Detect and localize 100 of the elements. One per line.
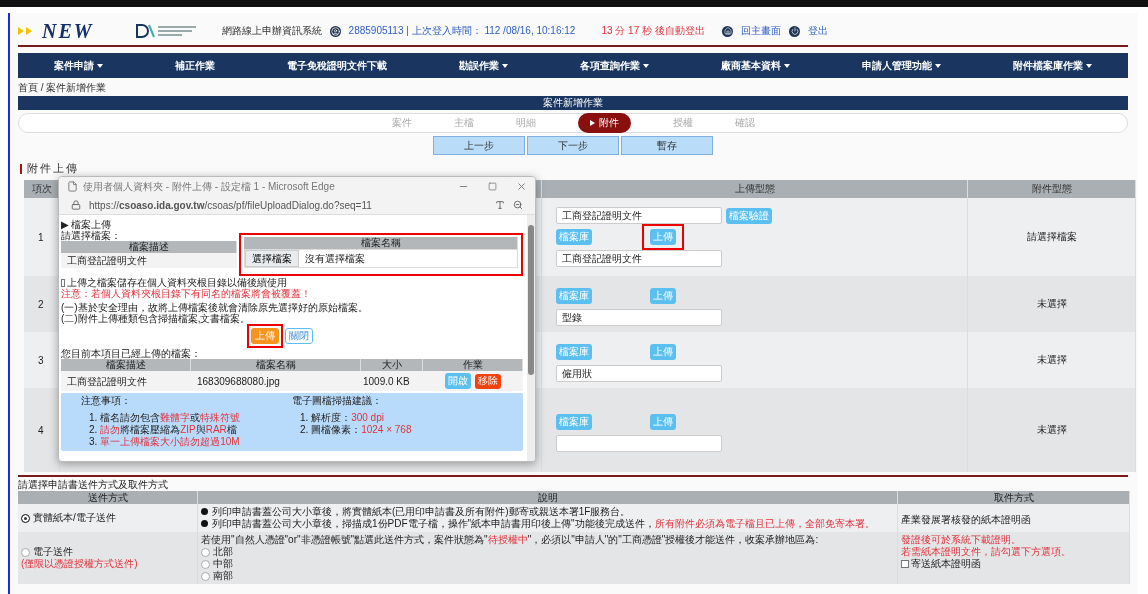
- home-link[interactable]: 回主畫面: [741, 24, 781, 38]
- system-title: 網路線上申辦資訊系統: [221, 24, 322, 38]
- caret-icon: [97, 63, 103, 68]
- radio-button[interactable]: [21, 547, 30, 557]
- step-button[interactable]: 暫存: [621, 136, 713, 155]
- brand-logo: NEW: [42, 19, 94, 43]
- checkbox-label: 寄送紙本證明函: [911, 558, 981, 569]
- zoom-out-icon[interactable]: [513, 200, 523, 210]
- user-icon: [329, 25, 341, 37]
- column-header: 檔案描述: [61, 359, 191, 371]
- pickup-note: 若需紙本證明文件，請勾選下方選項。: [901, 546, 1072, 558]
- file-field[interactable]: 型錄: [556, 308, 722, 326]
- title-marker: [20, 163, 22, 174]
- login-info: 2885905113 | 上次登入時間： 112 /08/16, 10:16:12: [348, 24, 576, 38]
- pickup-note: 發證後可於系統下載證明。: [901, 534, 1022, 546]
- nav-item[interactable]: 電子免稅證明文件下載: [287, 58, 387, 73]
- description-text: 若使用"自然人憑證"or"非憑證帳號"點選此送件方式，案件狀態為"待授權中"，必須以"申請人"的"工商憑證"授權後才能送件，收案承辦地區為:: [201, 534, 820, 546]
- tip-text: 檔名請勿包含難體字或特殊符號: [100, 412, 241, 423]
- column-header: 檔案名稱: [244, 237, 518, 249]
- delivery-title: 請選擇申請書送件方式及取件方式: [18, 479, 169, 491]
- text-icon[interactable]: [495, 200, 505, 210]
- attachment-status: 未選擇: [1035, 423, 1068, 437]
- nav-item[interactable]: 案件申請: [54, 58, 103, 73]
- column-header: 作業: [423, 359, 523, 371]
- region-label: 中部: [213, 558, 233, 569]
- table-cell: 1009.0 KB: [363, 375, 410, 387]
- step-tab[interactable]: 附件: [577, 113, 631, 133]
- nav-item[interactable]: 勘誤作業: [459, 58, 508, 73]
- region-label: 北部: [213, 546, 233, 557]
- play-icon: [589, 120, 595, 126]
- chosen-file: 沒有選擇檔案: [305, 253, 365, 264]
- attachment-status: 請選擇檔案: [1025, 230, 1078, 244]
- maximize-icon[interactable]: [488, 182, 497, 191]
- nav-item[interactable]: 各項查詢作業: [580, 58, 649, 73]
- step-button[interactable]: 下一步: [527, 136, 619, 155]
- bullet-icon: [201, 520, 208, 527]
- caret-icon: [1086, 63, 1092, 68]
- scrollbar[interactable]: [527, 215, 535, 461]
- radio-button[interactable]: [201, 547, 210, 557]
- method-note: (僅限以憑證授權方式送件): [21, 558, 139, 570]
- tip-text: 單一上傳檔案大小請勿超過10M: [100, 436, 240, 447]
- column-header: 項次: [24, 180, 60, 198]
- page-icon: [67, 181, 78, 192]
- radio-button[interactable]: [201, 571, 210, 581]
- table-cell: 工商登記證明文件: [67, 375, 147, 387]
- tips-title: 電子圖檔掃描建議：: [292, 395, 383, 407]
- column-header: 說明: [198, 491, 898, 504]
- list-number: 3.: [89, 436, 98, 447]
- checkbox[interactable]: [901, 560, 909, 569]
- checkbox-label: 上傳之檔案儲存在個人資料夾根目錄以備後續使用: [67, 277, 287, 288]
- row-number: 1: [38, 231, 44, 243]
- region-label: 南部: [213, 570, 233, 581]
- radio-button[interactable]: [201, 559, 210, 569]
- page-title: 案件新增作業: [18, 96, 1128, 110]
- file-description: 工商登記證明文件: [67, 255, 147, 266]
- nav-item[interactable]: 附件檔案庫作業: [1013, 58, 1092, 73]
- delivery-method: 實體紙本/電子送件: [33, 512, 116, 523]
- list-number: 2.: [89, 424, 98, 435]
- dialog-heading: 檔案上傳: [71, 219, 112, 230]
- nav-item[interactable]: 補正作業: [175, 58, 215, 73]
- uploaded-title: 您目前本項目已經上傳的檔案：: [61, 348, 202, 359]
- caret-icon: [502, 63, 508, 68]
- row-number: 2: [38, 298, 44, 310]
- step-button[interactable]: 上一步: [433, 136, 525, 155]
- breadcrumb: 首頁 / 案件新增作業: [18, 81, 108, 95]
- pickup-text: 產業發展署核發的紙本證明函: [901, 514, 1032, 526]
- column-header: 檔案描述: [61, 241, 237, 253]
- logout-link[interactable]: 登出: [808, 24, 828, 38]
- column-header: 送件方式: [18, 491, 198, 504]
- nav-item[interactable]: 廠商基本資料: [721, 58, 790, 73]
- description-text: 列印申請書蓋公司大小章後，將實體紙本(已用印申請書及所有附件)郵寄或親送本署1F服務台。: [212, 506, 631, 518]
- file-field[interactable]: 工商登記證明文件: [556, 250, 722, 267]
- choose-file-button[interactable]: 選擇檔案: [245, 250, 299, 267]
- list-number: 1.: [89, 412, 98, 423]
- delivery-method: 電子送件: [33, 546, 73, 557]
- attachment-status: 未選擇: [1035, 297, 1068, 311]
- list-number: 1.: [300, 412, 309, 423]
- lock-icon: [71, 200, 81, 210]
- select-prompt: 請選擇檔案：: [61, 230, 122, 241]
- window-title: 使用者個人資料夾 - 附件上傳 - 設定檔 1 - Microsoft Edge: [83, 179, 335, 194]
- nav-item[interactable]: 申請人管理功能: [862, 58, 941, 73]
- file-field[interactable]: 僱用狀: [556, 364, 722, 382]
- overwrite-warning: 注意：若個人資料夾根目錄下有同名的檔案將會被覆蓋！: [61, 288, 312, 299]
- column-header: 大小: [361, 359, 423, 371]
- description-text: 列印申請書蓋公司大小章後，掃描成1份PDF電子檔，操作"紙本申請書用印後上傳"功能後完成送件，所有附件必須為電子檔且已上傳，全部免寄本署。: [212, 518, 875, 530]
- column-header: 上傳型態: [542, 180, 968, 198]
- file-field[interactable]: [556, 434, 722, 452]
- note-text: (二)附件上傳種類包含掃描檔案,文書檔案。: [61, 313, 251, 324]
- description-field[interactable]: 工商登記證明文件: [556, 207, 722, 224]
- section-title: 附件上傳: [27, 161, 79, 176]
- close-button[interactable]: 關閉: [285, 328, 313, 344]
- bullet-icon: [201, 508, 208, 515]
- remove-button[interactable]: 移除: [475, 373, 501, 389]
- radio-button[interactable]: [21, 513, 30, 523]
- column-header: 取件方式: [898, 491, 1130, 504]
- checkbox[interactable]: [61, 278, 65, 287]
- home-icon: [722, 25, 733, 37]
- power-icon: [789, 25, 800, 37]
- close-icon[interactable]: [516, 181, 527, 192]
- column-header: 檔案名稱: [191, 359, 361, 371]
